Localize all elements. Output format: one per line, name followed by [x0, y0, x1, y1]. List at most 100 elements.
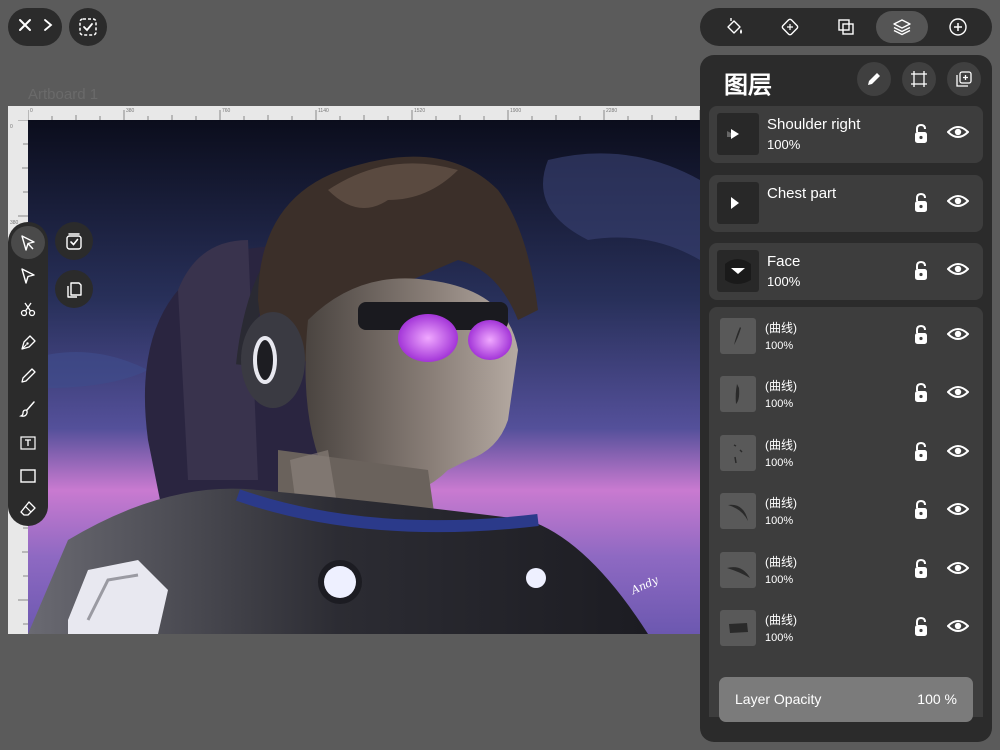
layer-opacity-slider[interactable]: Layer Opacity 100 % [719, 677, 973, 722]
sublayer-opacity: 100% [765, 340, 794, 352]
layer-opacity: 100% [767, 274, 801, 289]
sublayer-row[interactable]: (曲线) 100% [709, 365, 983, 423]
duplicate-button[interactable] [55, 270, 93, 308]
ruler-top-label: 760 [222, 108, 231, 114]
edit-layer-button[interactable] [857, 62, 891, 96]
tab-transform[interactable] [764, 11, 816, 43]
sublayer-opacity: 100% [765, 457, 794, 469]
eye-icon[interactable] [946, 261, 970, 282]
boolean-squares-icon [838, 19, 854, 35]
sublayer-thumbnail [720, 318, 756, 354]
brush-tool[interactable] [11, 393, 45, 426]
tab-layers[interactable] [876, 11, 928, 43]
layer-thumbnail [717, 250, 759, 292]
ruler-top[interactable]: 0 380 760 1140 1520 1900 2280 [27, 106, 701, 120]
unlock-icon[interactable] [912, 499, 930, 526]
layer-name: Face [767, 253, 801, 270]
close-icon[interactable] [17, 17, 33, 38]
chevron-right-icon[interactable] [43, 18, 53, 37]
unlock-icon[interactable] [912, 382, 930, 409]
pencil-icon [868, 73, 880, 85]
sublayer-row[interactable]: (曲线) 100% [709, 307, 983, 365]
sublayer-row[interactable]: (曲线) 100% [709, 482, 983, 540]
eye-icon[interactable] [946, 326, 970, 347]
selection-tool[interactable] [11, 226, 45, 260]
pencil-tool[interactable] [11, 359, 45, 392]
sublayer-name: (曲线) [765, 555, 797, 569]
sublayer-row[interactable]: (曲线) 100% [709, 599, 983, 657]
tab-add[interactable] [932, 11, 984, 43]
eye-icon[interactable] [946, 124, 970, 145]
layer-thumbnail [717, 113, 759, 155]
scissors-icon [20, 302, 36, 317]
astronaut-illustration: Andy [28, 120, 700, 634]
sublayer-thumbnail [720, 610, 756, 646]
ruler-top-label: 0 [30, 108, 33, 114]
artboard-button[interactable] [902, 62, 936, 96]
sublayer-opacity: 100% [765, 574, 794, 586]
diamond-arrow-icon [781, 18, 799, 36]
layer-row[interactable]: Face 100% [709, 243, 983, 300]
layer-opacity: 100% [767, 137, 801, 152]
unlock-icon[interactable] [912, 192, 930, 219]
eye-icon[interactable] [946, 501, 970, 522]
tab-fill[interactable] [708, 11, 760, 43]
confirm-button[interactable] [55, 222, 93, 260]
sublayer-thumbnail [720, 493, 756, 529]
artboard-label: Artboard 1 [28, 86, 99, 103]
sublayer-name: (曲线) [765, 613, 797, 627]
sublayer-opacity: 100% [765, 632, 794, 644]
opacity-label: Layer Opacity [735, 691, 822, 707]
select-check-button[interactable] [69, 8, 107, 46]
sublayer-name: (曲线) [765, 438, 797, 452]
artboard-canvas[interactable]: Andy [28, 120, 700, 634]
layers-panel: 图层 Shoulder right 100% Chest part Face 1… [700, 55, 992, 742]
layer-list[interactable]: Shoulder right 100% Chest part Face 100%… [709, 105, 983, 717]
layer-name: Shoulder right [767, 116, 861, 133]
layer-row[interactable]: Chest part [709, 175, 983, 232]
node-arrow-icon [21, 268, 35, 284]
eye-icon[interactable] [946, 384, 970, 405]
sublayer-thumbnail [720, 376, 756, 412]
pen-nib-icon [21, 334, 36, 350]
unlock-icon[interactable] [912, 324, 930, 351]
sublayer-row[interactable]: (曲线) 100% [709, 424, 983, 482]
close-expand-group [8, 8, 62, 46]
unlock-icon[interactable] [912, 558, 930, 585]
paint-bucket-icon [727, 18, 742, 34]
brush-icon [19, 401, 35, 418]
eye-icon[interactable] [946, 618, 970, 639]
panel-title: 图层 [724, 72, 772, 99]
unlock-icon[interactable] [912, 123, 930, 150]
unlock-icon[interactable] [912, 260, 930, 287]
ruler-top-label: 1520 [414, 108, 425, 114]
layer-name: Chest part [767, 185, 837, 202]
unlock-icon[interactable] [912, 441, 930, 468]
sublayer-name: (曲线) [765, 496, 797, 510]
tab-boolean[interactable] [820, 11, 872, 43]
opacity-value: 100 % [917, 691, 957, 707]
sublayer-thumbnail [720, 552, 756, 588]
tool-palette [8, 222, 48, 526]
layer-row[interactable]: Shoulder right 100% [709, 106, 983, 163]
rectangle-icon [20, 469, 36, 483]
dashed-check-icon [79, 18, 97, 36]
unlock-icon[interactable] [912, 616, 930, 643]
rectangle-tool[interactable] [11, 459, 45, 492]
layers-icon [893, 19, 911, 36]
sublayer-row[interactable]: (曲线) 100% [709, 541, 983, 599]
cursor-arrow-icon [21, 234, 35, 251]
eye-icon[interactable] [946, 443, 970, 464]
pen-tool[interactable] [11, 326, 45, 359]
eraser-icon [20, 501, 36, 516]
direct-selection-tool[interactable] [11, 259, 45, 292]
sublayer-thumbnail [720, 435, 756, 471]
text-tool[interactable] [11, 426, 45, 459]
scissors-tool[interactable] [11, 293, 45, 326]
eye-icon[interactable] [946, 560, 970, 581]
eraser-tool[interactable] [11, 493, 45, 526]
ruler-top-label: 2280 [606, 108, 617, 114]
sublayer-name: (曲线) [765, 321, 797, 335]
add-layer-button[interactable] [947, 62, 981, 96]
eye-icon[interactable] [946, 193, 970, 214]
